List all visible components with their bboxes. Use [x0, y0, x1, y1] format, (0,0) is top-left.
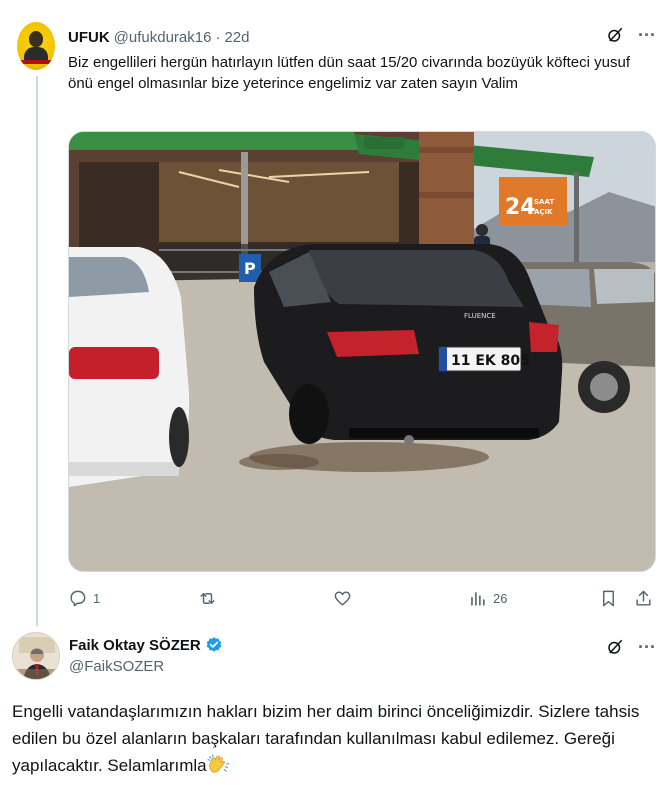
author-handle[interactable]: @FaikSOZER — [69, 658, 164, 675]
reply-button[interactable]: 1 — [68, 586, 100, 610]
author-name[interactable]: UFUK — [68, 29, 110, 46]
tweet-photo[interactable]: 24 SAAT AÇIK P 11 EK 805 FLUENCE — [68, 131, 656, 572]
like-button[interactable] — [333, 586, 358, 610]
clapping-hands-icon — [207, 754, 229, 773]
author-name[interactable]: Faik Oktay SÖZER — [69, 637, 201, 654]
reply-icon — [70, 590, 86, 606]
verified-badge-icon — [206, 637, 221, 652]
more-options-icon[interactable]: ··· — [638, 26, 656, 44]
open-24h-sign: 24 — [505, 195, 536, 220]
views-count: 26 — [493, 590, 508, 606]
parking-photo-illustration: 24 SAAT AÇIK P 11 EK 805 FLUENCE — [69, 132, 655, 571]
reply-tweet-text: Biz engellileri hergün hatırlayın lütfen… — [68, 54, 631, 92]
reply-tweet-tools: ··· — [606, 26, 656, 44]
license-plate: 11 EK 805 — [451, 353, 530, 369]
grok-icon[interactable] — [606, 26, 624, 44]
more-options-icon[interactable]: ··· — [638, 638, 656, 656]
svg-text:SAAT: SAAT — [534, 198, 554, 206]
retweet-button[interactable] — [198, 586, 223, 610]
bookmark-button[interactable] — [599, 586, 618, 610]
ufuk-avatar[interactable] — [17, 22, 55, 70]
reply-tweet-actions: 1 26 — [68, 586, 658, 610]
svg-text:AÇIK: AÇIK — [534, 208, 553, 216]
grok-icon[interactable] — [606, 638, 624, 656]
car-badge: FLUENCE — [464, 312, 496, 320]
dot-separator: · — [215, 28, 221, 46]
share-icon — [636, 590, 651, 606]
bookmark-icon — [603, 590, 614, 606]
reply-tweet-header: UFUK @ufukdurak16 · 22d — [68, 27, 250, 47]
tweet-timestamp[interactable]: 22d — [224, 29, 249, 46]
author-handle[interactable]: @ufukdurak16 — [114, 29, 212, 46]
heart-icon — [334, 590, 351, 606]
faik-sozer-avatar[interactable] — [12, 632, 60, 680]
main-tweet-text: Engelli vatandaşlarımızın hakları bizim … — [12, 698, 652, 779]
main-author-name-row: Faik Oktay SÖZER — [69, 636, 223, 654]
reply-count: 1 — [93, 590, 101, 606]
views-chart-icon — [471, 591, 485, 606]
views-button[interactable]: 26 — [468, 586, 507, 610]
retweet-icon — [200, 592, 215, 604]
main-tweet-body: Engelli vatandaşlarımızın hakları bizim … — [12, 702, 640, 775]
svg-text:P: P — [244, 259, 256, 278]
share-button[interactable] — [634, 586, 653, 610]
main-tweet-tools: ··· — [606, 638, 656, 656]
reply-tweet[interactable]: UFUK @ufukdurak16 · 22d ··· Biz engellil… — [0, 0, 670, 620]
main-tweet[interactable]: Faik Oktay SÖZER @FaikSOZER ··· Engelli … — [0, 620, 670, 797]
